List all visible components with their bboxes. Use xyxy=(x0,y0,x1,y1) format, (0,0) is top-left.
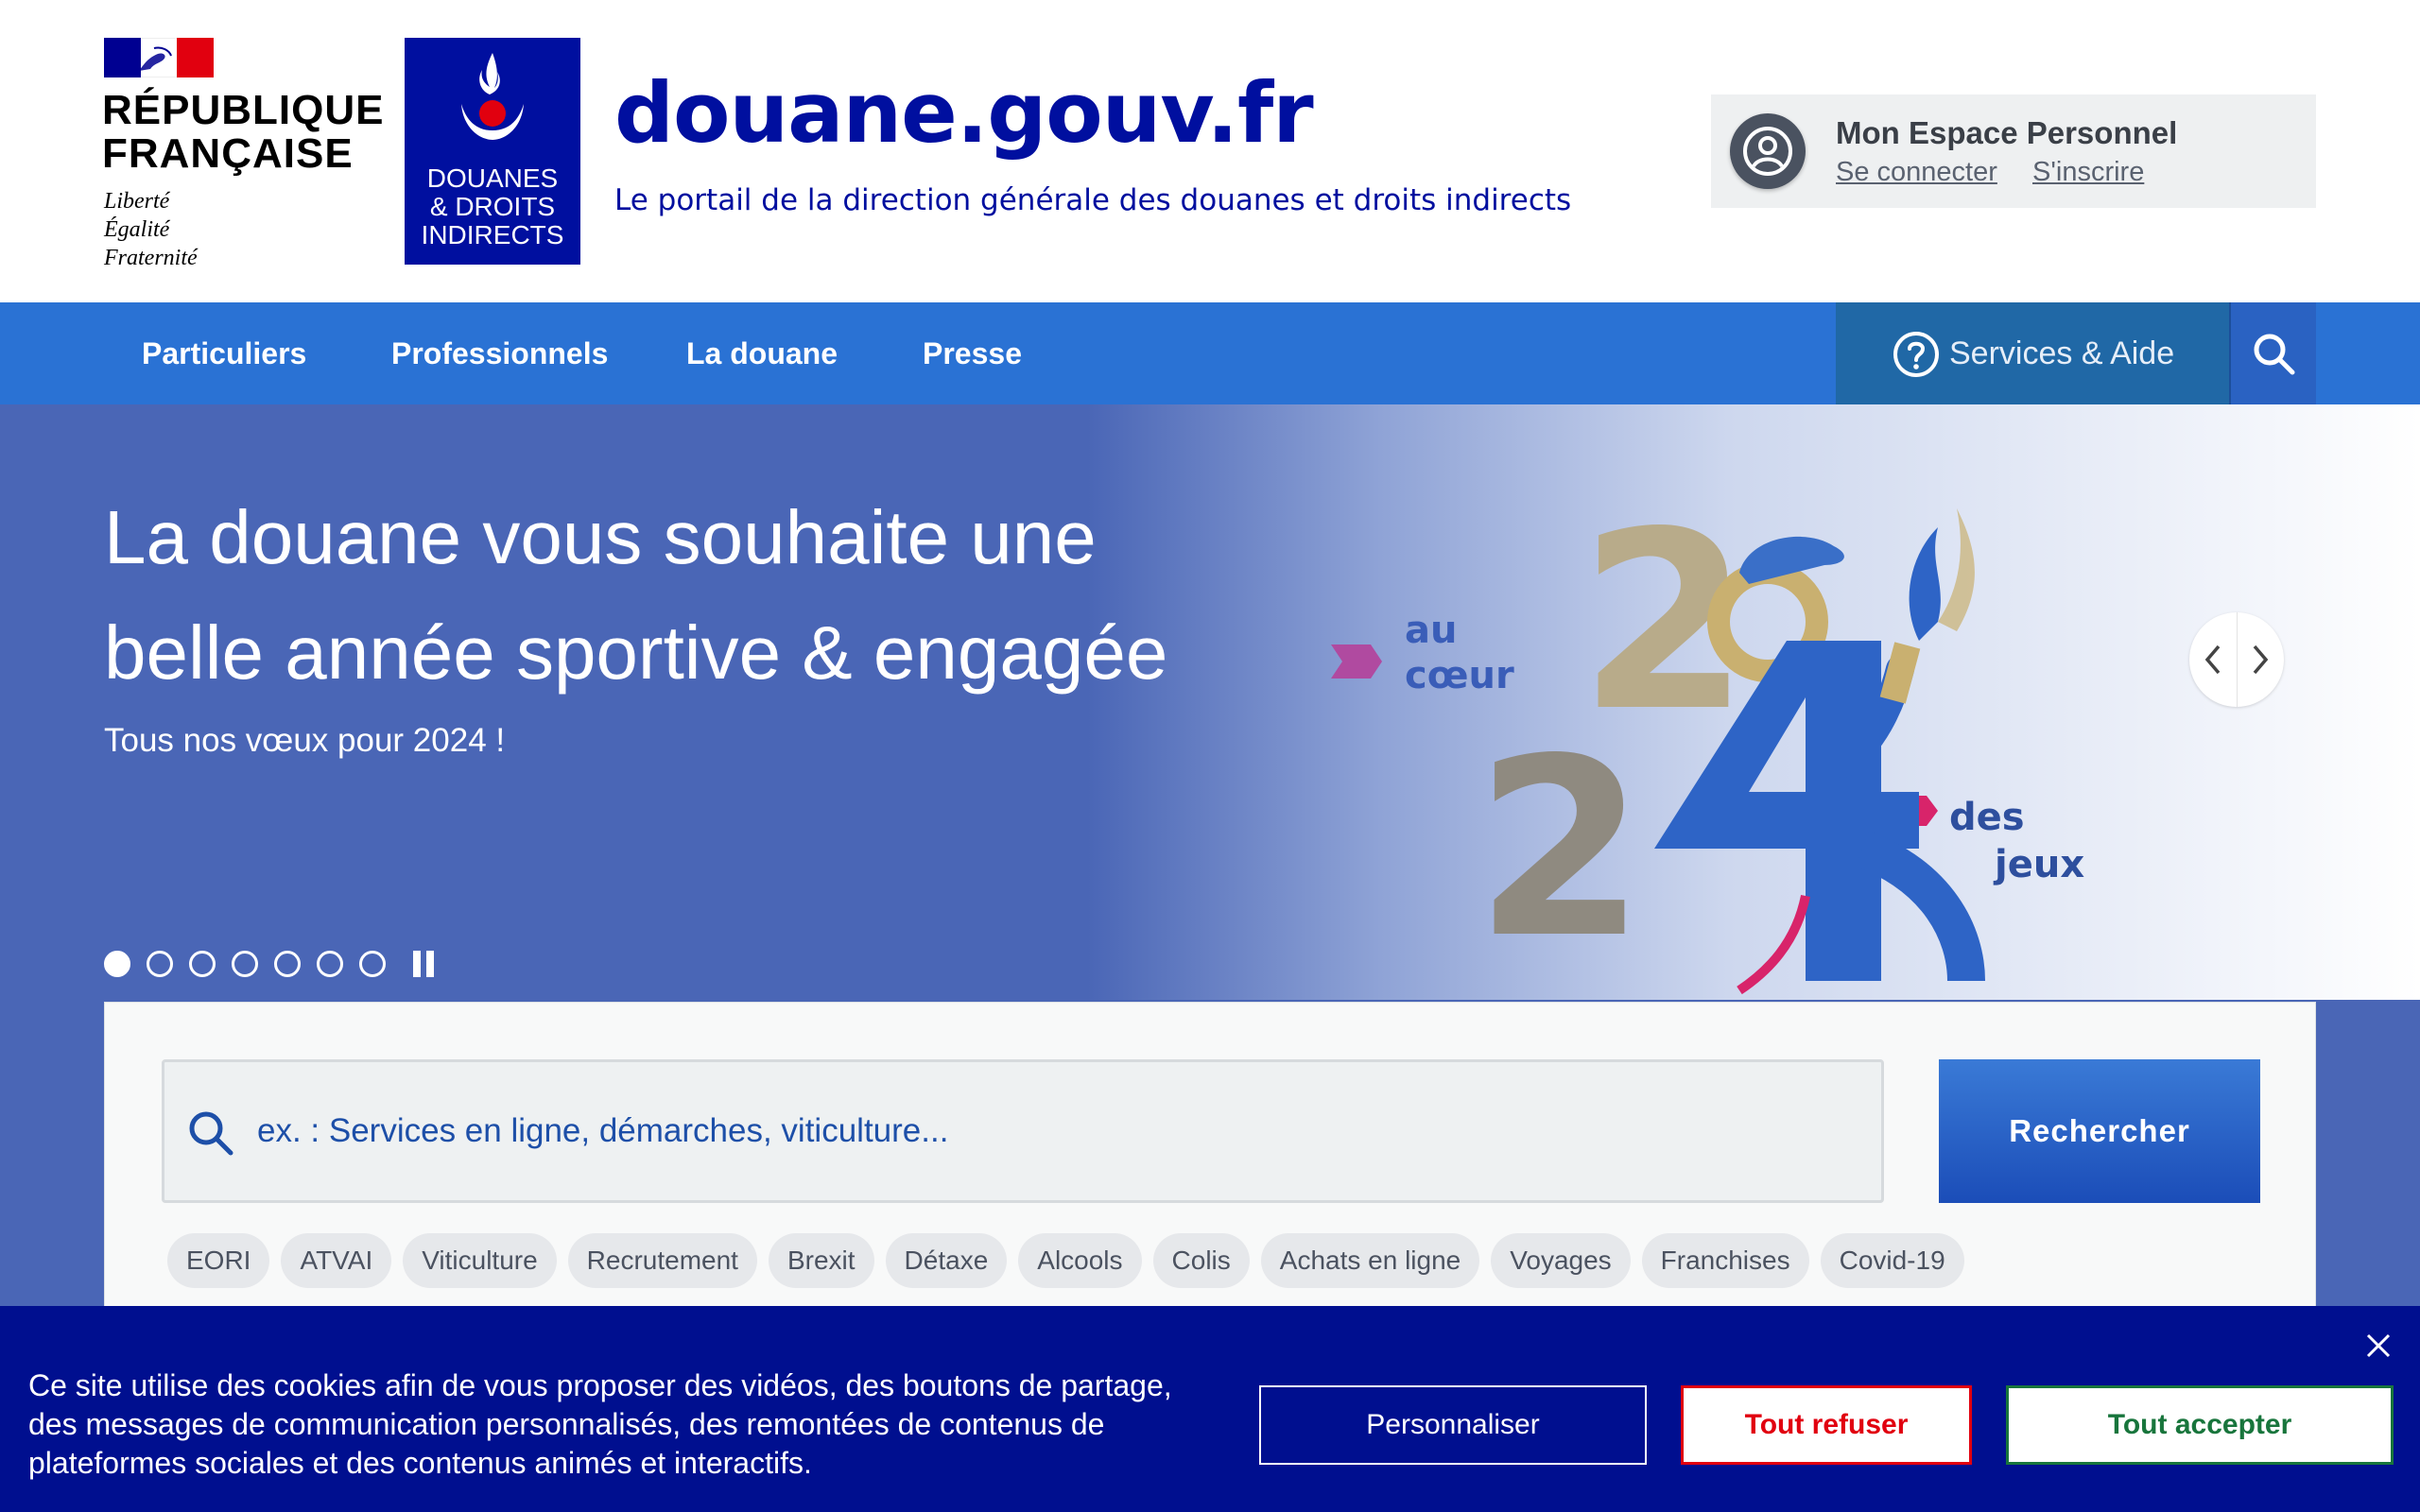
search-icon xyxy=(2254,334,2295,375)
carousel-dot[interactable] xyxy=(147,951,173,977)
svg-text:au: au xyxy=(1405,609,1457,652)
nav-item-particuliers[interactable]: Particuliers xyxy=(142,302,306,404)
svg-text:des: des xyxy=(1949,796,2025,839)
services-label: Services & Aide xyxy=(1949,335,2175,371)
carousel-dot[interactable] xyxy=(274,951,301,977)
carousel-dot[interactable] xyxy=(232,951,258,977)
chevron-right-icon[interactable] xyxy=(2238,612,2285,707)
tag-voyages[interactable]: Voyages xyxy=(1491,1233,1631,1288)
header-search-button[interactable] xyxy=(2229,302,2316,404)
tag-alcools[interactable]: Alcools xyxy=(1018,1233,1142,1288)
search-field xyxy=(162,1059,1884,1203)
hero-title: La douane vous souhaite une belle année … xyxy=(104,495,1168,695)
tag-covid-19[interactable]: Covid-19 xyxy=(1820,1233,1964,1288)
carousel-dot[interactable] xyxy=(189,951,216,977)
hero-subtitle: Tous nos vœux pour 2024 ! xyxy=(104,722,506,759)
svg-text:jeux: jeux xyxy=(1993,843,2084,886)
carousel-arrows xyxy=(2189,612,2284,707)
search-submit-button[interactable]: Rechercher xyxy=(1939,1059,2260,1203)
tag-colis[interactable]: Colis xyxy=(1152,1233,1250,1288)
tag-recrutement[interactable]: Recrutement xyxy=(567,1233,757,1288)
svg-text:2: 2 xyxy=(1475,707,1646,992)
site-title[interactable]: douane.gouv.fr xyxy=(614,64,1314,162)
nav-item-presse[interactable]: Presse xyxy=(923,302,1022,404)
site-subtitle: Le portail de la direction générale des … xyxy=(614,183,1572,217)
search-tags: EORI ATVAI Viticulture Recrutement Brexi… xyxy=(167,1233,1964,1288)
tag-eori[interactable]: EORI xyxy=(167,1233,270,1288)
services-aide-button[interactable]: Services & Aide xyxy=(1836,302,2229,404)
search-input[interactable] xyxy=(255,1062,1862,1200)
login-link[interactable]: Se connecter xyxy=(1836,157,1997,188)
user-circle-icon xyxy=(1730,113,1806,189)
close-icon[interactable] xyxy=(2360,1327,2397,1365)
question-circle-icon xyxy=(1893,332,1939,377)
tag-viticulture[interactable]: Viticulture xyxy=(403,1233,557,1288)
marianne-flag-logo[interactable] xyxy=(104,38,215,77)
site-header: RÉPUBLIQUE FRANÇAISE Liberté Égalité Fra… xyxy=(0,0,2420,302)
carousel-dot[interactable] xyxy=(104,951,130,977)
espace-personnel-box: Mon Espace Personnel Se connecter S'insc… xyxy=(1711,94,2316,208)
personalize-button[interactable]: Personnaliser xyxy=(1259,1385,1647,1465)
carousel-dot[interactable] xyxy=(359,951,386,977)
pause-icon[interactable] xyxy=(413,951,434,977)
nav-item-la-douane[interactable]: La douane xyxy=(686,302,838,404)
tag-atvai[interactable]: ATVAI xyxy=(281,1233,392,1288)
cookie-banner: Ce site utilise des cookies afin de vous… xyxy=(0,1306,2420,1512)
accept-all-button[interactable]: Tout accepter xyxy=(2006,1385,2394,1465)
tag-achats-en-ligne[interactable]: Achats en ligne xyxy=(1260,1233,1480,1288)
carousel-dot[interactable] xyxy=(317,951,343,977)
search-icon xyxy=(189,1111,233,1156)
cookie-text: Ce site utilise des cookies afin de vous… xyxy=(28,1368,1172,1480)
douanes-logo[interactable]: DOUANES & DROITS INDIRECTS xyxy=(405,38,580,265)
tag-detaxe[interactable]: Détaxe xyxy=(885,1233,1008,1288)
espace-title: Mon Espace Personnel xyxy=(1836,115,2178,150)
nav-item-professionnels[interactable]: Professionnels xyxy=(391,302,608,404)
chevron-left-icon[interactable] xyxy=(2189,612,2238,707)
tag-brexit[interactable]: Brexit xyxy=(768,1233,874,1288)
svg-text:cœur: cœur xyxy=(1405,654,1514,697)
register-link[interactable]: S'inscrire xyxy=(2032,157,2144,188)
refuse-all-button[interactable]: Tout refuser xyxy=(1681,1385,1972,1465)
carousel-indicators xyxy=(104,951,434,977)
flame-emblem-icon xyxy=(461,53,524,140)
republic-motto: Liberté Égalité Fraternité xyxy=(104,189,198,270)
republique-francaise-text: RÉPUBLIQUE FRANÇAISE xyxy=(102,87,385,177)
tag-franchises[interactable]: Franchises xyxy=(1641,1233,1809,1288)
